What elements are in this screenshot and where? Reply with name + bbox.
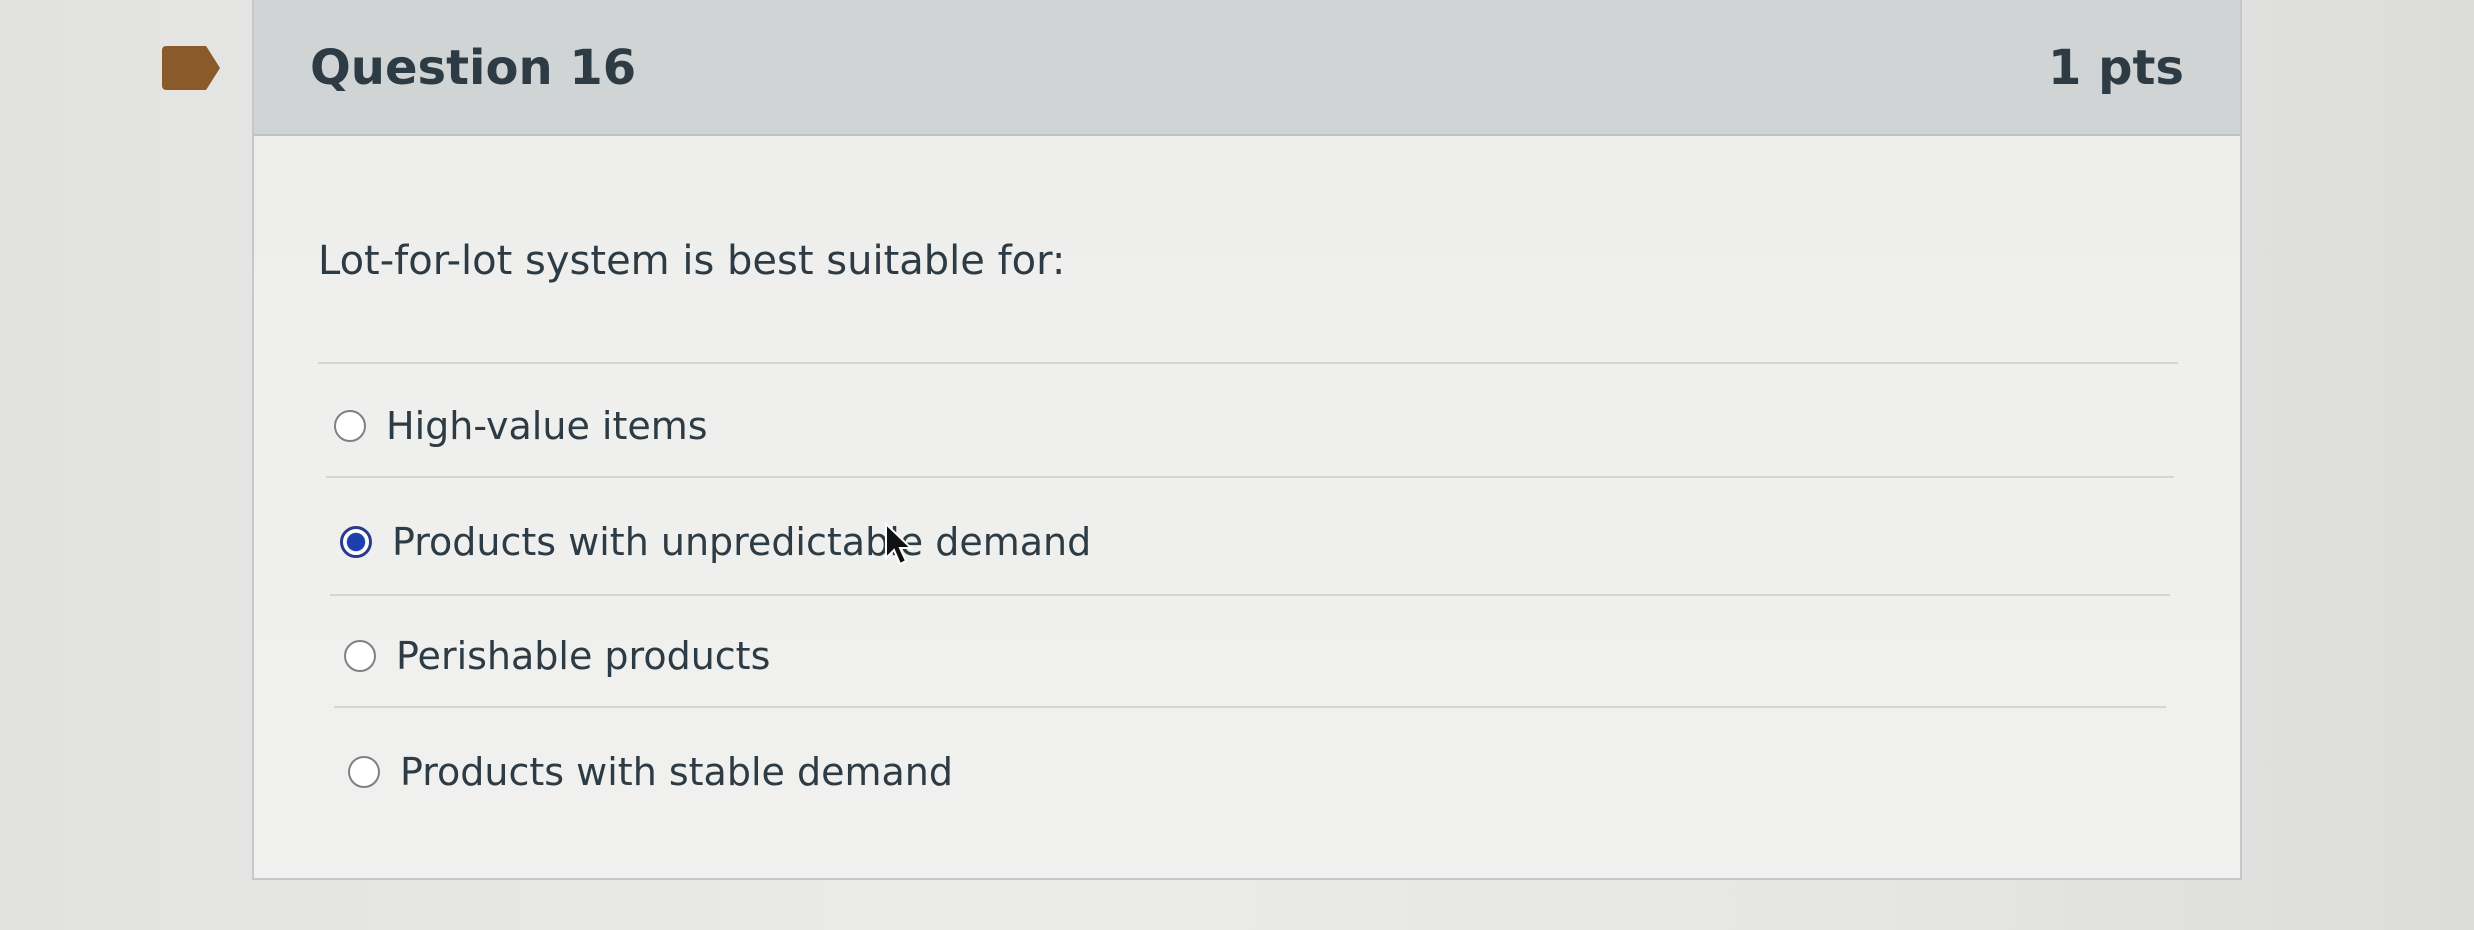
answer-option-stable-demand[interactable]: Products with stable demand	[348, 750, 953, 794]
divider	[318, 362, 2178, 364]
answer-label: Products with unpredictable demand	[392, 520, 1092, 564]
radio-button[interactable]	[334, 410, 366, 442]
answer-label: High-value items	[386, 404, 708, 448]
radio-button-selected[interactable]	[340, 526, 372, 558]
answer-label: Products with stable demand	[400, 750, 953, 794]
question-card: Question 16 1 pts Lot-for-lot system is …	[252, 0, 2242, 880]
question-title: Question 16	[310, 40, 637, 96]
answer-label: Perishable products	[396, 634, 771, 678]
mouse-pointer-icon	[885, 522, 914, 566]
answer-option-perishable-products[interactable]: Perishable products	[344, 634, 770, 678]
divider	[330, 594, 2170, 596]
question-flag-icon[interactable]	[162, 46, 220, 90]
divider	[334, 706, 2166, 708]
divider	[326, 476, 2174, 478]
answer-option-high-value-items[interactable]: High-value items	[334, 404, 708, 448]
radio-button[interactable]	[348, 756, 380, 788]
question-points: 1 pts	[2048, 40, 2184, 96]
answer-option-unpredictable-demand[interactable]: Products with unpredictable demand	[340, 520, 1091, 564]
radio-button[interactable]	[344, 640, 376, 672]
question-header: Question 16 1 pts	[254, 0, 2240, 136]
question-text: Lot-for-lot system is best suitable for:	[318, 238, 1066, 284]
